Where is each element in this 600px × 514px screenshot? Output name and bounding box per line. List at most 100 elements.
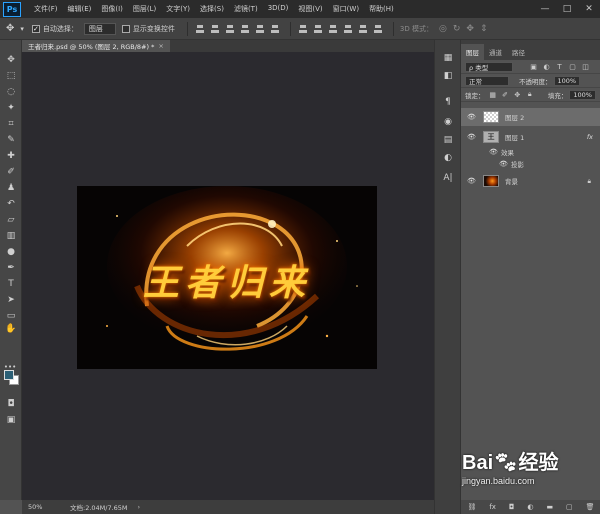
distribute-left-icon[interactable] (342, 23, 354, 35)
visibility-eye-icon[interactable]: 👁︎ (467, 133, 477, 141)
visibility-eye-icon[interactable]: 👁︎ (467, 113, 477, 121)
filter-type-icon[interactable]: T (555, 62, 564, 71)
adjustment-icon[interactable]: ◐ (527, 503, 533, 511)
align-hcenter-icon[interactable] (254, 23, 266, 35)
effects-visibility-eye-icon[interactable]: 👁︎ (489, 148, 499, 156)
3d-slide-icon[interactable]: ⇕ (480, 24, 488, 34)
magic-wand-tool-icon[interactable]: ✦ (5, 102, 17, 114)
auto-select-checkbox[interactable]: ✓ (31, 24, 40, 33)
align-left-icon[interactable] (239, 23, 251, 35)
auto-select-dropdown[interactable]: 图层 (83, 22, 116, 35)
menu-filter[interactable]: 滤镜(T) (229, 4, 263, 14)
eraser-tool-icon[interactable]: ▱ (5, 214, 17, 226)
healing-brush-tool-icon[interactable]: ✚ (5, 150, 17, 162)
lock-image-icon[interactable]: ✐ (501, 90, 509, 99)
brush-tool-icon[interactable]: ✐ (5, 166, 17, 178)
filter-adjust-icon[interactable]: ◐ (542, 62, 551, 71)
lock-position-icon[interactable]: ✥ (513, 90, 521, 99)
align-right-icon[interactable] (269, 23, 281, 35)
hand-tool-icon[interactable]: ✋ (5, 323, 17, 335)
menu-help[interactable]: 帮助(H) (364, 4, 399, 14)
screen-mode-icon[interactable]: ▣ (5, 414, 17, 426)
quick-mask-icon[interactable]: ◘ (5, 398, 17, 410)
menu-edit[interactable]: 编辑(E) (63, 4, 97, 14)
close-tab-icon[interactable]: × (158, 42, 163, 50)
foreground-color-swatch[interactable] (4, 370, 14, 380)
fill-field[interactable]: 100% (569, 89, 596, 100)
move-tool-icon[interactable]: ✥ (5, 54, 17, 66)
layer-row-layer2[interactable]: 👁︎ 图层 2 (461, 108, 600, 126)
adjustments-panel-icon[interactable]: ◐ (442, 152, 454, 164)
menu-window[interactable]: 窗口(W) (328, 4, 364, 14)
show-transform-checkbox[interactable] (121, 24, 130, 33)
layer-filter-select[interactable]: ρ 类型 (465, 61, 513, 72)
path-selection-tool-icon[interactable]: ➤ (5, 294, 17, 306)
tab-channels[interactable]: 通道 (484, 44, 507, 60)
marquee-tool-icon[interactable]: ⬚ (5, 70, 17, 82)
visibility-eye-icon[interactable]: 👁︎ (467, 177, 477, 185)
dodge-tool-icon[interactable]: ● (5, 246, 17, 258)
filter-pixel-icon[interactable]: ▣ (529, 62, 538, 71)
tab-layers[interactable]: 图层 (461, 44, 484, 60)
link-icon[interactable]: ⛓ (467, 503, 476, 511)
effects-group-row[interactable]: 👁︎ 效果 (461, 146, 600, 158)
history-brush-tool-icon[interactable]: ↶ (5, 198, 17, 210)
3d-orbit-icon[interactable]: ◎ (439, 24, 447, 34)
tab-paths[interactable]: 路径 (507, 44, 530, 60)
tool-preset-chevron-icon[interactable]: ▾ (20, 25, 24, 33)
effect-visibility-eye-icon[interactable]: 👁︎ (499, 160, 509, 168)
auto-select-value[interactable]: 图层 (83, 22, 116, 35)
crop-tool-icon[interactable]: ⌗ (5, 118, 17, 130)
distribute-hcenter-icon[interactable] (357, 23, 369, 35)
canvas-area[interactable]: 王者归来 (22, 52, 434, 500)
type-tool-icon[interactable]: T (5, 278, 17, 290)
new-layer-icon[interactable]: ▢ (566, 503, 573, 511)
clone-stamp-tool-icon[interactable]: ♟ (5, 182, 17, 194)
blend-mode-select[interactable]: 正常 (465, 75, 509, 86)
status-menu-arrow-icon[interactable]: › (138, 503, 141, 511)
fx-icon[interactable]: fx (489, 503, 496, 511)
menu-view[interactable]: 视图(V) (293, 4, 327, 14)
maximize-button[interactable]: □ (556, 0, 578, 18)
menu-file[interactable]: 文件(F) (29, 4, 63, 14)
3d-roll-icon[interactable]: ↻ (453, 24, 461, 34)
show-transform-option[interactable]: 显示变换控件 (121, 24, 175, 34)
layer-row-layer1[interactable]: 👁︎ 王 图层 1 fx (461, 128, 600, 146)
swatches-panel-icon[interactable]: ▤ (442, 134, 454, 146)
lasso-tool-icon[interactable]: ◌ (5, 86, 17, 98)
folder-icon[interactable]: ▬ (546, 503, 553, 511)
distribute-vcenter-icon[interactable] (312, 23, 324, 35)
eyedropper-tool-icon[interactable]: ✎ (5, 134, 17, 146)
history-panel-icon[interactable]: ▦ (442, 52, 454, 64)
effect-item-row[interactable]: 👁︎ 投影 (461, 158, 600, 170)
align-bottom-icon[interactable] (224, 23, 236, 35)
menu-image[interactable]: 图像(I) (96, 4, 128, 14)
zoom-level[interactable]: 50% (22, 503, 62, 511)
properties-panel-icon[interactable]: ◧ (442, 70, 454, 82)
3d-pan-icon[interactable]: ✥ (466, 24, 474, 34)
character-panel-icon[interactable]: A| (442, 172, 454, 184)
lock-all-icon[interactable]: 🔒︎ (526, 90, 534, 99)
menu-3d[interactable]: 3D(D) (263, 4, 294, 14)
trash-icon[interactable]: 🗑︎ (586, 503, 595, 511)
mask-icon[interactable]: ◘ (509, 503, 515, 511)
layer-fx-icon[interactable]: fx (587, 133, 593, 141)
close-button[interactable]: ✕ (578, 0, 600, 18)
auto-select-option[interactable]: ✓ 自动选择： (31, 24, 78, 34)
menu-type[interactable]: 文字(Y) (161, 4, 195, 14)
opacity-field[interactable]: 100% (553, 75, 581, 86)
pen-tool-icon[interactable]: ✒ (5, 262, 17, 274)
layer-row-background[interactable]: 👁︎ 背景 🔒︎ (461, 172, 600, 190)
minimize-button[interactable]: — (534, 0, 556, 18)
document-canvas[interactable]: 王者归来 (77, 186, 377, 369)
menu-layer[interactable]: 图层(L) (128, 4, 161, 14)
document-tab[interactable]: 王者归来.psd @ 50% (图层 2, RGB/8#) * × (22, 40, 170, 52)
color-panel-icon[interactable]: ◉ (442, 116, 454, 128)
distribute-bottom-icon[interactable] (327, 23, 339, 35)
filter-shape-icon[interactable]: ▢ (568, 62, 577, 71)
filter-smart-icon[interactable]: ◫ (581, 62, 590, 71)
distribute-top-icon[interactable] (297, 23, 309, 35)
align-vcenter-icon[interactable] (209, 23, 221, 35)
lock-transparent-icon[interactable]: ▦ (489, 90, 497, 99)
align-top-icon[interactable] (194, 23, 206, 35)
